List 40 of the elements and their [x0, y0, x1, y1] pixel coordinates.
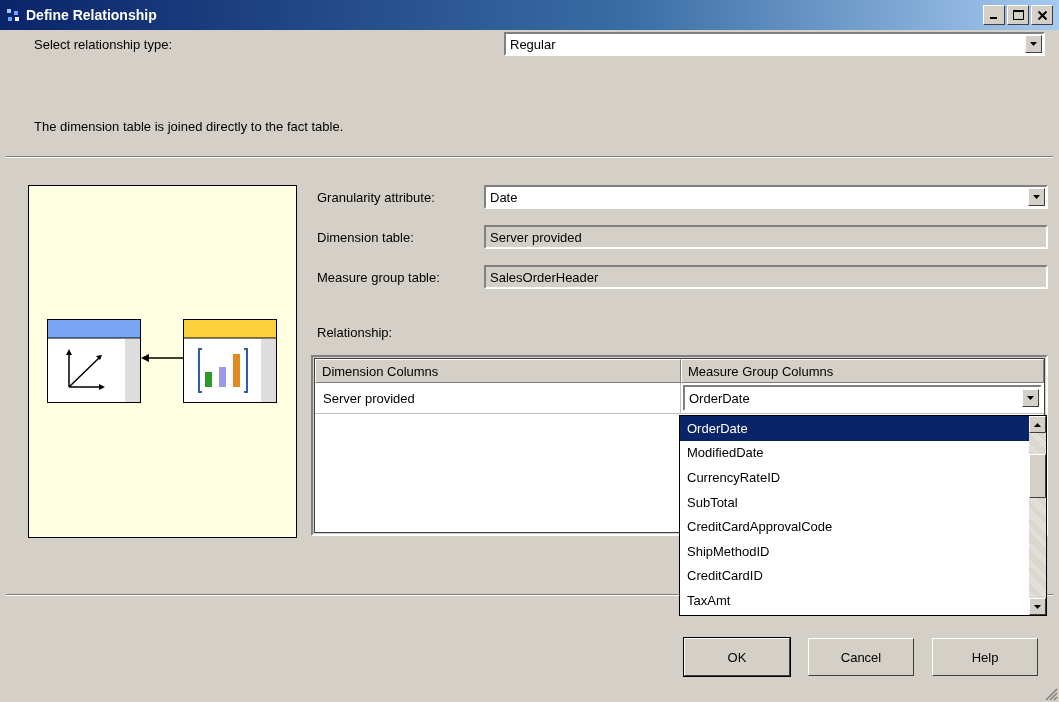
- column-header[interactable]: Measure Group Columns: [681, 359, 1044, 383]
- field-label: Select relationship type:: [34, 36, 173, 52]
- field-label: Granularity attribute:: [317, 189, 436, 205]
- app-icon: [6, 7, 22, 23]
- dropdown-item[interactable]: TaxAmt: [680, 588, 1029, 613]
- resize-grip-icon[interactable]: [1045, 688, 1058, 701]
- close-icon: [1037, 10, 1047, 20]
- dropdown-item[interactable]: SubTotal: [680, 489, 1029, 515]
- section-label: Relationship:: [317, 325, 394, 340]
- dialog-button[interactable]: Help: [932, 638, 1038, 676]
- maximize-icon: [1012, 10, 1024, 20]
- minimize-button[interactable]: [983, 5, 1005, 25]
- dialog-button[interactable]: Cancel: [808, 638, 914, 676]
- readonly-field[interactable]: SalesOrderHeader: [484, 265, 1048, 289]
- dropdown-item[interactable]: ModifiedDate: [680, 440, 1029, 466]
- window-title: Define Relationship: [26, 7, 157, 23]
- dialog-button[interactable]: OK: [684, 638, 790, 676]
- table-cell: Server provided: [315, 383, 681, 413]
- description-text: The dimension table is joined directly to the fact table.: [34, 119, 345, 134]
- dropdown-item[interactable]: ShipMethodID: [680, 538, 1029, 564]
- dropdown-item[interactable]: CreditCardApprovalCode: [680, 514, 1029, 539]
- granularity-combo[interactable]: Date: [484, 185, 1048, 209]
- field-label: Measure group table:: [317, 269, 441, 285]
- field-label: Dimension table:: [317, 229, 415, 245]
- column-header[interactable]: Dimension Columns: [315, 359, 681, 383]
- dropdown-item[interactable]: CurrencyRateID: [680, 465, 1029, 490]
- scroll-up-icon: [1034, 422, 1041, 427]
- dropdown-arrow-icon: [1027, 396, 1034, 400]
- scrollbar[interactable]: [1029, 416, 1046, 615]
- dropdown-item[interactable]: CreditCardID: [680, 563, 1029, 589]
- measure-column-combo[interactable]: OrderDate: [683, 385, 1042, 411]
- close-button[interactable]: [1031, 5, 1053, 25]
- maximize-button[interactable]: [1007, 5, 1029, 25]
- scroll-down-icon: [1034, 604, 1041, 609]
- dropdown-item[interactable]: OrderDate: [680, 416, 1029, 441]
- scrollbar-thumb[interactable]: [1029, 454, 1046, 498]
- readonly-field[interactable]: Server provided: [484, 225, 1048, 249]
- relationship-type-combo[interactable]: Regular: [504, 32, 1045, 56]
- dropdown-arrow-icon: [1030, 42, 1037, 46]
- dropdown-arrow-icon: [1033, 195, 1040, 199]
